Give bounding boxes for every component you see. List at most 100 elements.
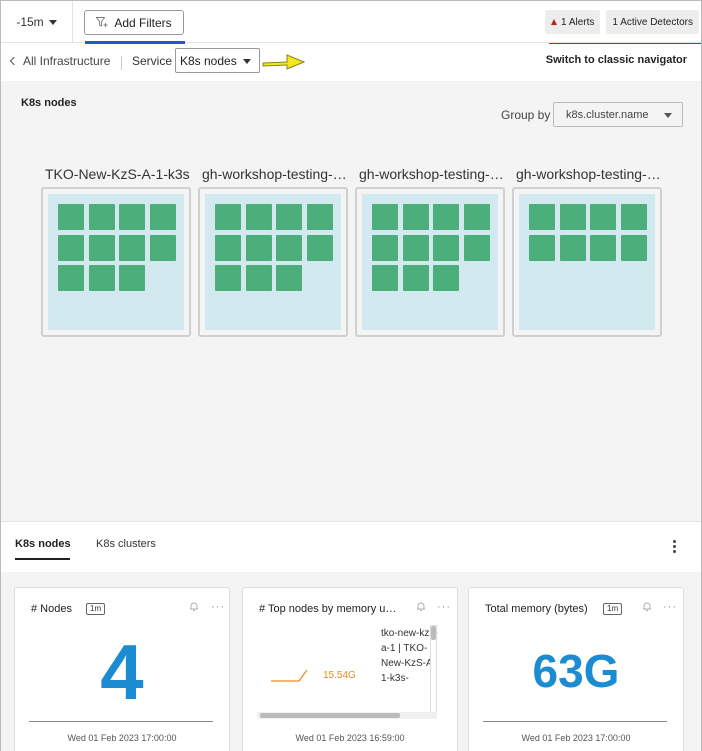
- navigator-header: All Infrastructure Service K8s nodes Swi…: [1, 44, 701, 80]
- node-tile[interactable]: [276, 204, 302, 230]
- card-title: # Nodes: [31, 603, 72, 615]
- tab-k8s-nodes[interactable]: K8s nodes: [15, 538, 71, 550]
- bell-icon[interactable]: [416, 601, 426, 612]
- node-tile[interactable]: [402, 265, 429, 291]
- scrollbar-thumb[interactable]: [431, 626, 436, 640]
- scrollbar-thumb[interactable]: [260, 713, 400, 718]
- alerts-group: 1 Alerts 1 Active Detectors: [545, 1, 701, 43]
- bell-icon[interactable]: [189, 601, 199, 612]
- node-tile[interactable]: [559, 204, 586, 230]
- cluster-node-grid: [48, 194, 184, 330]
- node-tile[interactable]: [149, 204, 176, 230]
- card-timestamp: Wed 01 Feb 2023 16:59:00: [295, 733, 405, 743]
- node-tile[interactable]: [372, 234, 398, 261]
- node-tile[interactable]: [559, 234, 586, 261]
- node-tile[interactable]: [402, 204, 429, 230]
- horizontal-scrollbar[interactable]: [257, 712, 437, 719]
- node-tile[interactable]: [529, 234, 555, 261]
- node-tile[interactable]: [215, 234, 241, 261]
- cluster-node-grid: [362, 194, 498, 330]
- node-tile[interactable]: [58, 265, 84, 291]
- node-tile[interactable]: [215, 204, 241, 230]
- kebab-menu-icon[interactable]: [673, 540, 677, 555]
- node-tile[interactable]: [590, 234, 616, 261]
- back-link-label: All Infrastructure: [23, 54, 111, 68]
- node-tile[interactable]: [306, 234, 333, 261]
- node-tile[interactable]: [620, 234, 647, 261]
- card-divider: [29, 721, 213, 722]
- cluster-label: gh-workshop-testing-cluster: [516, 166, 666, 182]
- node-tile[interactable]: [88, 265, 115, 291]
- node-tile[interactable]: [215, 265, 241, 291]
- tab-divider: [1, 572, 701, 582]
- cluster-map-panel: K8s nodes Group by k8s.cluster.name TKO-…: [1, 81, 701, 521]
- card-timestamp: Wed 01 Feb 2023 17:00:00: [67, 733, 177, 743]
- cluster-label: gh-workshop-testing-cluster: [202, 166, 352, 182]
- node-tile[interactable]: [119, 234, 145, 261]
- node-tile[interactable]: [433, 265, 459, 291]
- annotation-arrow-icon: [262, 54, 306, 70]
- node-tile[interactable]: [433, 234, 459, 261]
- detectors-label: 1 Active Detectors: [612, 16, 693, 28]
- node-tile[interactable]: [433, 204, 459, 230]
- node-tile[interactable]: [58, 234, 84, 261]
- node-tile[interactable]: [58, 204, 84, 230]
- group-by-value: k8s.cluster.name: [566, 108, 649, 121]
- node-tile[interactable]: [372, 204, 398, 230]
- service-label: Service: [132, 54, 173, 68]
- add-filters-label: Add Filters: [114, 15, 172, 30]
- node-tile[interactable]: [245, 234, 272, 261]
- active-detectors-badge[interactable]: 1 Active Detectors: [606, 10, 699, 34]
- chevron-down-icon: [243, 59, 251, 64]
- service-select[interactable]: K8s nodes: [175, 48, 260, 73]
- memory-value: 15.54G: [323, 670, 356, 681]
- cards-area: # Nodes 1m ··· 4 Wed 01 Feb 2023 17:00:0…: [1, 582, 701, 751]
- bell-icon[interactable]: [642, 601, 652, 612]
- resolution-badge: 1m: [86, 603, 106, 615]
- more-options-icon[interactable]: ···: [211, 601, 225, 613]
- time-range-value: -15m: [16, 15, 44, 29]
- node-tile[interactable]: [372, 265, 398, 291]
- node-tile[interactable]: [590, 204, 616, 230]
- active-tab-indicator: [15, 558, 70, 560]
- cluster-box[interactable]: [198, 187, 348, 337]
- cluster-box[interactable]: [41, 187, 191, 337]
- node-tile[interactable]: [529, 204, 555, 230]
- more-options-icon[interactable]: ···: [437, 601, 451, 613]
- node-tile[interactable]: [119, 265, 145, 291]
- cluster-box[interactable]: [512, 187, 662, 337]
- node-tile[interactable]: [463, 204, 490, 230]
- top-bar: -15m Add Filters 1 Alerts 1 Active Detec…: [1, 1, 701, 43]
- switch-classic-navigator-link[interactable]: Switch to classic navigator: [546, 54, 687, 66]
- node-tile[interactable]: [119, 204, 145, 230]
- node-tile[interactable]: [620, 204, 647, 230]
- node-tile[interactable]: [463, 234, 490, 261]
- node-tile[interactable]: [276, 265, 302, 291]
- chevron-left-icon: [9, 56, 19, 66]
- node-tile[interactable]: [245, 204, 272, 230]
- cluster-node-grid: [205, 194, 341, 330]
- alerts-label: 1 Alerts: [561, 16, 595, 28]
- node-tile[interactable]: [402, 234, 429, 261]
- card-divider: [483, 721, 667, 722]
- more-options-icon[interactable]: ···: [663, 601, 677, 613]
- warning-triangle-icon: [551, 19, 558, 25]
- node-tile[interactable]: [88, 234, 115, 261]
- group-by-select[interactable]: k8s.cluster.name: [553, 102, 683, 127]
- node-tile[interactable]: [245, 265, 272, 291]
- alerts-badge[interactable]: 1 Alerts: [545, 10, 601, 34]
- add-filters-button[interactable]: Add Filters: [84, 10, 184, 35]
- cluster-label: gh-workshop-testing-cluster: [359, 166, 509, 182]
- chevron-down-icon: [48, 19, 57, 25]
- node-tile[interactable]: [149, 234, 176, 261]
- card-title: Total memory (bytes): [485, 603, 588, 615]
- memory-sparkline: [271, 669, 308, 682]
- node-tile[interactable]: [306, 204, 333, 230]
- back-link[interactable]: All Infrastructure: [9, 54, 111, 68]
- vertical-scrollbar[interactable]: [430, 625, 437, 717]
- node-tile[interactable]: [88, 204, 115, 230]
- tab-k8s-clusters[interactable]: K8s clusters: [96, 538, 156, 550]
- node-tile[interactable]: [276, 234, 302, 261]
- time-range-picker[interactable]: -15m: [1, 1, 73, 43]
- cluster-box[interactable]: [355, 187, 505, 337]
